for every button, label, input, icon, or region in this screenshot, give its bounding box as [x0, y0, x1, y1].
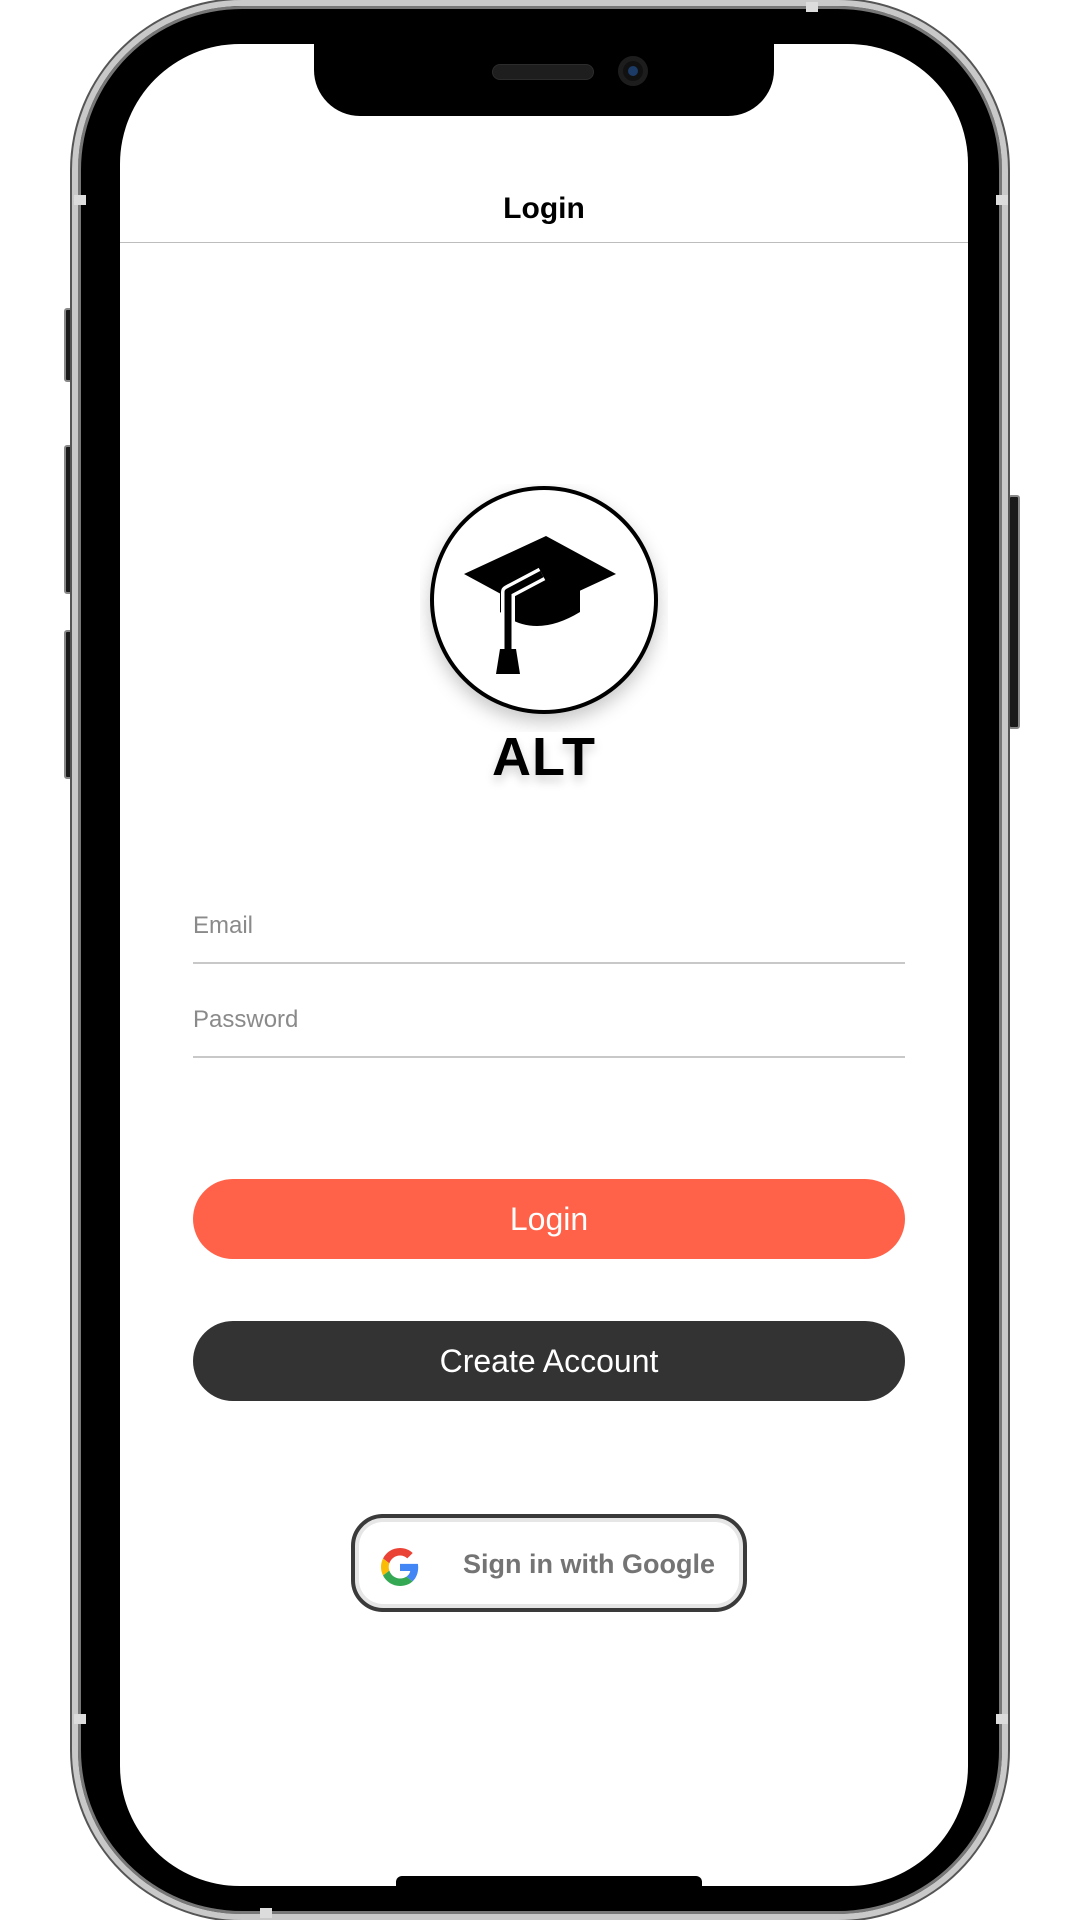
page-title: Login — [503, 192, 585, 225]
antenna-band — [996, 195, 1008, 205]
home-indicator — [396, 1876, 702, 1886]
navigation-bar: Login — [120, 174, 968, 243]
email-input[interactable] — [193, 890, 905, 962]
create-account-button[interactable]: Create Account — [193, 1321, 905, 1401]
password-field[interactable] — [193, 984, 905, 1058]
app-screen: Login ALT Email Login Create Account Sig… — [120, 44, 968, 1886]
antenna-band — [260, 1908, 272, 1918]
email-field[interactable] — [193, 890, 905, 964]
google-sign-in-label: Sign in with Google — [463, 1549, 715, 1579]
antenna-band — [806, 2, 818, 12]
antenna-band — [74, 195, 86, 205]
logo-text: ALT — [492, 727, 596, 787]
front-camera — [618, 56, 648, 86]
antenna-band — [996, 1714, 1008, 1724]
google-g-icon — [381, 1548, 419, 1586]
password-input[interactable] — [193, 984, 905, 1056]
login-button[interactable]: Login — [193, 1179, 905, 1259]
device-mockup: Login ALT Email Login Create Account Sig… — [0, 0, 1080, 1920]
graduation-cap-icon — [430, 486, 658, 714]
app-logo: ALT — [420, 484, 668, 808]
notch — [314, 44, 774, 116]
antenna-band — [74, 1714, 86, 1724]
google-sign-in-button[interactable]: Sign in with Google — [351, 1514, 747, 1612]
power-button — [1008, 495, 1020, 729]
earpiece-speaker — [492, 64, 594, 80]
